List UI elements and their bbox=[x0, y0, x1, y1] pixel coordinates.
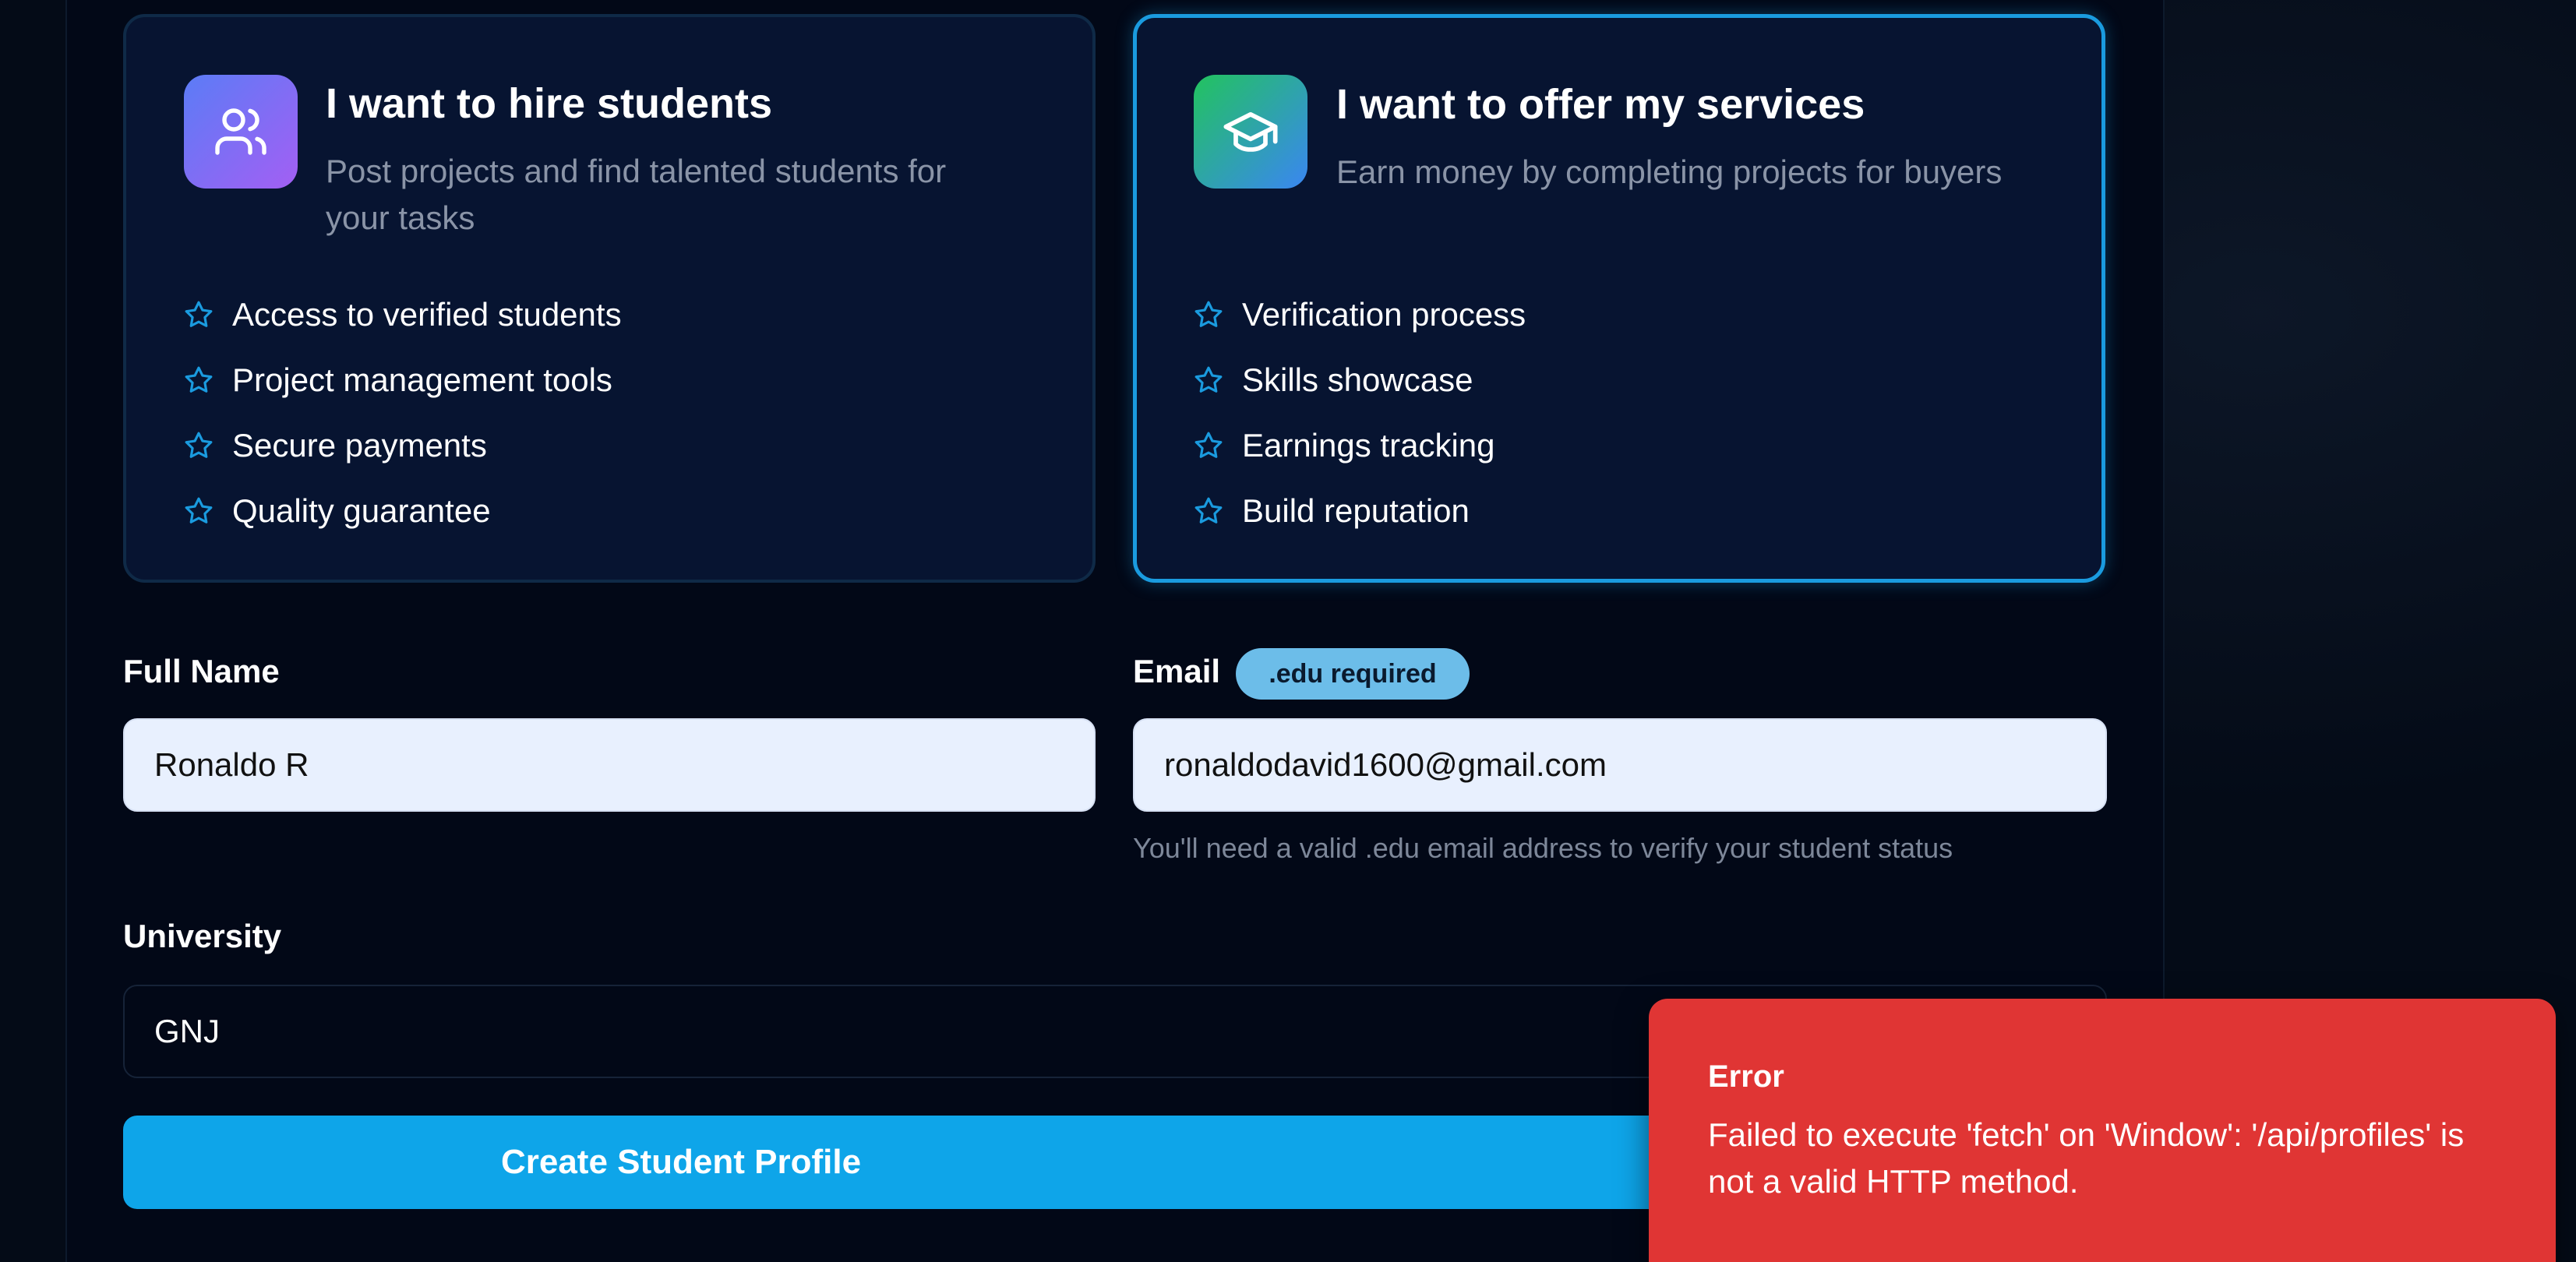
feature-label: Earnings tracking bbox=[1242, 427, 1495, 464]
email-field[interactable]: ronaldodavid1600@gmail.com bbox=[1133, 718, 2107, 812]
full-name-field[interactable]: Ronaldo R bbox=[123, 718, 1096, 812]
feature-label: Skills showcase bbox=[1242, 361, 1473, 398]
feature-label: Secure payments bbox=[232, 427, 487, 464]
feature-label: Quality guarantee bbox=[232, 492, 491, 529]
university-label: University bbox=[123, 918, 282, 954]
star-icon bbox=[184, 496, 213, 526]
error-toast[interactable]: Error Failed to execute 'fetch' on 'Wind… bbox=[1649, 999, 2556, 1262]
feature-label: Verification process bbox=[1242, 296, 1526, 333]
feature-item: Secure payments bbox=[184, 413, 622, 478]
star-icon bbox=[1194, 496, 1223, 526]
role-card-offer-services[interactable]: I want to offer my services Earn money b… bbox=[1133, 14, 2105, 583]
users-icon bbox=[184, 75, 298, 189]
feature-label: Build reputation bbox=[1242, 492, 1470, 529]
feature-item: Verification process bbox=[1194, 282, 1526, 347]
feature-label: Access to verified students bbox=[232, 296, 622, 333]
page: I want to hire students Post projects an… bbox=[0, 0, 2576, 1262]
full-name-label: Full Name bbox=[123, 653, 280, 689]
feature-item: Quality guarantee bbox=[184, 478, 622, 544]
star-icon bbox=[1194, 300, 1223, 330]
role-card-description: Post projects and find talented students… bbox=[326, 153, 947, 236]
feature-label: Project management tools bbox=[232, 361, 612, 398]
feature-item: Earnings tracking bbox=[1194, 413, 1526, 478]
role-card-hire[interactable]: I want to hire students Post projects an… bbox=[123, 14, 1096, 583]
email-label: Email bbox=[1133, 653, 1221, 689]
edu-required-badge: .edu required bbox=[1236, 648, 1470, 700]
toast-title: Error bbox=[1708, 1059, 1784, 1094]
star-icon bbox=[1194, 431, 1223, 460]
feature-item: Project management tools bbox=[184, 347, 622, 413]
feature-item: Skills showcase bbox=[1194, 347, 1526, 413]
email-hint: You'll need a valid .edu email address t… bbox=[1133, 832, 1953, 864]
role-card-description: Earn money by completing projects for bu… bbox=[1336, 153, 2003, 190]
feature-item: Build reputation bbox=[1194, 478, 1526, 544]
toast-message: Failed to execute 'fetch' on 'Window': '… bbox=[1708, 1116, 2465, 1200]
star-icon bbox=[184, 431, 213, 460]
graduation-cap-icon bbox=[1194, 75, 1307, 189]
star-icon bbox=[184, 365, 213, 395]
feature-item: Access to verified students bbox=[184, 282, 622, 347]
feature-list: Access to verified students Project mana… bbox=[184, 282, 622, 544]
feature-list: Verification process Skills showcase Ear… bbox=[1194, 282, 1526, 544]
role-card-title: I want to hire students bbox=[326, 80, 773, 127]
star-icon bbox=[1194, 365, 1223, 395]
star-icon bbox=[184, 300, 213, 330]
role-card-title: I want to offer my services bbox=[1336, 81, 1865, 128]
